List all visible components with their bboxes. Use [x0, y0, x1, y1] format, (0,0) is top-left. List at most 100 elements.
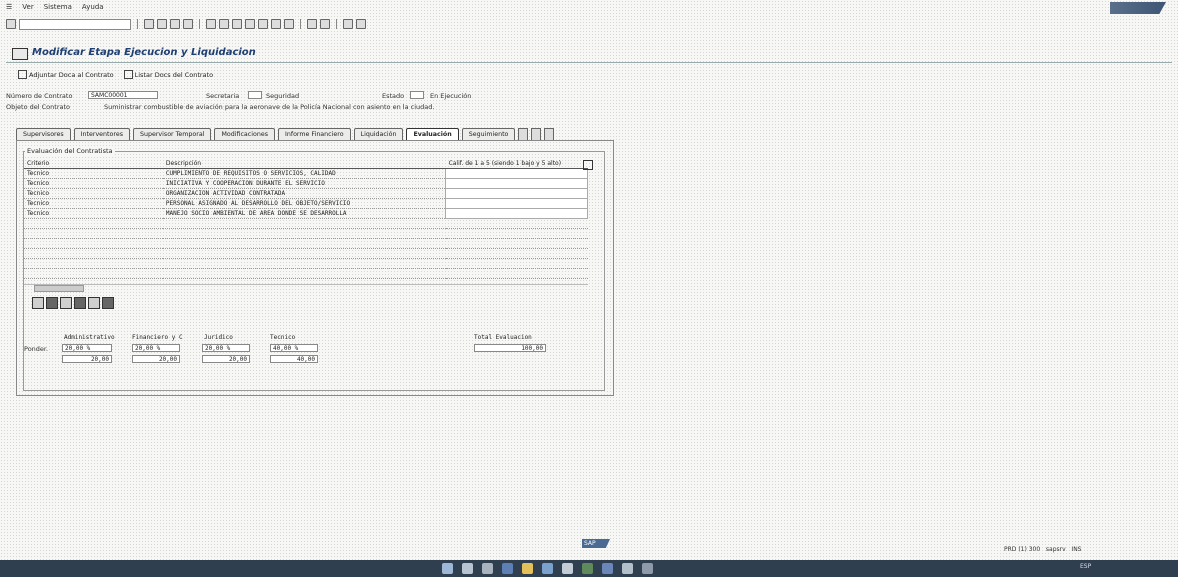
server-name: sapsrv	[1045, 546, 1066, 553]
system-tray[interactable]: ESP	[1080, 563, 1091, 570]
table-row[interactable]: Tecnico MANEJO SOCIO AMBIENTAL DE AREA D…	[24, 208, 588, 219]
table-vertical-scrollbar[interactable]	[584, 170, 590, 286]
outlook-icon[interactable]	[562, 563, 573, 574]
column-header-criterio[interactable]: Criterio	[24, 159, 163, 169]
file-explorer-icon[interactable]	[522, 563, 533, 574]
table-header-row: Criterio Descripción Calif. de 1 a 5 (si…	[24, 159, 588, 169]
ponderacion-label: Ponder.	[24, 345, 49, 353]
excel-icon[interactable]	[582, 563, 593, 574]
first-page-icon[interactable]	[245, 19, 255, 29]
contract-number-label: Número de Contrato	[6, 92, 73, 100]
exit-icon[interactable]	[170, 19, 180, 29]
weight-header-financiero: Financiero y C	[132, 334, 183, 341]
tab-seguimiento[interactable]: Seguimiento	[461, 128, 516, 140]
secretaria-code-field[interactable]	[248, 91, 262, 99]
weight-header-juridico: Juridico	[204, 334, 233, 341]
column-header-descripcion[interactable]: Descripción	[162, 159, 446, 169]
cell-calificacion-input[interactable]	[445, 178, 588, 189]
objeto-text: Suministrar combustible de aviación para…	[104, 103, 435, 111]
empty-cell	[24, 228, 163, 239]
contract-number-field[interactable]: SAMC00001	[88, 91, 158, 99]
deselect-all-icon[interactable]	[46, 297, 58, 309]
insert-row-icon[interactable]	[60, 297, 72, 309]
cell-descripcion: MANEJO SOCIO AMBIENTAL DE AREA DONDE SE …	[162, 208, 446, 219]
word-icon[interactable]	[602, 563, 613, 574]
teams-icon[interactable]	[622, 563, 633, 574]
list-docs-label: Listar Docs del Contrato	[134, 70, 214, 79]
cell-descripcion: ORGANIZACION ACTIVIDAD CONTRATADA	[162, 188, 446, 199]
start-icon[interactable]	[442, 563, 453, 574]
menu-item-ayuda[interactable]: Ayuda	[82, 3, 104, 11]
objeto-label: Objeto del Contrato	[6, 103, 71, 111]
menu-item-ver[interactable]: Ver	[22, 3, 33, 11]
tab-modificaciones[interactable]: Modificaciones	[214, 128, 275, 140]
tab-evaluacion[interactable]: Evaluación	[406, 128, 459, 140]
enter-icon[interactable]	[6, 19, 16, 29]
cell-calificacion-input[interactable]	[445, 198, 588, 209]
empty-cell	[445, 238, 588, 249]
save-icon[interactable]	[144, 19, 154, 29]
list-docs-button[interactable]: Listar Docs del Contrato	[123, 70, 214, 79]
empty-cell	[445, 258, 588, 269]
menu-bar: ☰ Ver Sistema Ayuda	[0, 0, 1178, 14]
help-icon[interactable]	[343, 19, 353, 29]
shortcut-icon[interactable]	[320, 19, 330, 29]
table-row[interactable]: Tecnico PERSONAL ASIGNADO AL DESARROLLO …	[24, 198, 588, 209]
column-header-calificacion[interactable]: Calif. de 1 a 5 (siendo 1 bajo y 5 alto)	[445, 159, 588, 169]
find-next-icon[interactable]	[232, 19, 242, 29]
cell-descripcion: CUMPLIMIENTO DE REQUISITOS O SERVICIOS, …	[162, 168, 446, 179]
system-id: PRD (1) 300	[1004, 546, 1041, 553]
new-session-icon[interactable]	[307, 19, 317, 29]
puntaje-financiero: 20,00	[132, 355, 180, 363]
sap-logon-icon[interactable]	[642, 563, 653, 574]
empty-cell	[24, 268, 163, 279]
cell-calificacion-input[interactable]	[445, 188, 588, 199]
ponderacion-administrativo[interactable]: 20,00 %	[62, 344, 112, 352]
last-page-icon[interactable]	[284, 19, 294, 29]
next-page-icon[interactable]	[271, 19, 281, 29]
ponderacion-tecnico[interactable]: 40,00 %	[270, 344, 318, 352]
evaluation-group-title: Evaluación del Contratista	[25, 147, 115, 155]
delete-row-icon[interactable]	[74, 297, 86, 309]
tab-supervisor-temporal[interactable]: Supervisor Temporal	[132, 128, 212, 140]
table-horizontal-scrollbar[interactable]	[24, 284, 588, 292]
tab-supervisores[interactable]: Supervisores	[16, 128, 71, 140]
empty-cell	[162, 248, 446, 259]
back-icon[interactable]	[157, 19, 167, 29]
scrollbar-thumb[interactable]	[34, 285, 84, 292]
find-icon[interactable]	[219, 19, 229, 29]
page-title: Modificar Etapa Ejecucion y Liquidacion	[32, 47, 256, 58]
system-info[interactable]: PRD (1) 300 sapsrv INS	[1004, 546, 1082, 553]
table-row[interactable]: Tecnico CUMPLIMIENTO DE REQUISITOS O SER…	[24, 168, 588, 179]
print-icon[interactable]	[206, 19, 216, 29]
tab-informe-financiero[interactable]: Informe Financiero	[278, 128, 351, 140]
estado-code-field[interactable]	[410, 91, 424, 99]
toolbar-separator	[300, 19, 301, 29]
puntaje-tecnico: 40,00	[270, 355, 318, 363]
menu-item-sistema[interactable]: Sistema	[44, 3, 72, 11]
layout-icon[interactable]	[356, 19, 366, 29]
cell-calificacion-input[interactable]	[445, 208, 588, 219]
tab-liquidacion[interactable]: Liquidación	[353, 128, 404, 140]
command-field[interactable]	[19, 18, 131, 30]
table-settings-icon[interactable]	[583, 160, 593, 170]
search-icon[interactable]	[462, 563, 473, 574]
table-row[interactable]: Tecnico ORGANIZACION ACTIVIDAD CONTRATAD…	[24, 188, 588, 199]
tab-interventores[interactable]: Interventores	[73, 128, 130, 140]
chrome-icon[interactable]	[542, 563, 553, 574]
attach-docs-button[interactable]: Adjuntar Doca al Contrato	[18, 70, 114, 79]
edge-icon[interactable]	[502, 563, 513, 574]
select-all-icon[interactable]	[32, 297, 44, 309]
list-icon	[123, 70, 133, 79]
table-toolbar	[32, 297, 114, 309]
prev-page-icon[interactable]	[258, 19, 268, 29]
ponderacion-financiero[interactable]: 20,00 %	[132, 344, 180, 352]
task-view-icon[interactable]	[482, 563, 493, 574]
details-icon[interactable]	[88, 297, 100, 309]
table-row[interactable]: Tecnico INICIATIVA Y COOPERACION DURANTE…	[24, 178, 588, 189]
menu-icon[interactable]: ☰	[6, 3, 12, 11]
cell-calificacion-input[interactable]	[445, 168, 588, 179]
cancel-icon[interactable]	[183, 19, 193, 29]
ponderacion-juridico[interactable]: 20,00 %	[202, 344, 250, 352]
filter-icon[interactable]	[102, 297, 114, 309]
